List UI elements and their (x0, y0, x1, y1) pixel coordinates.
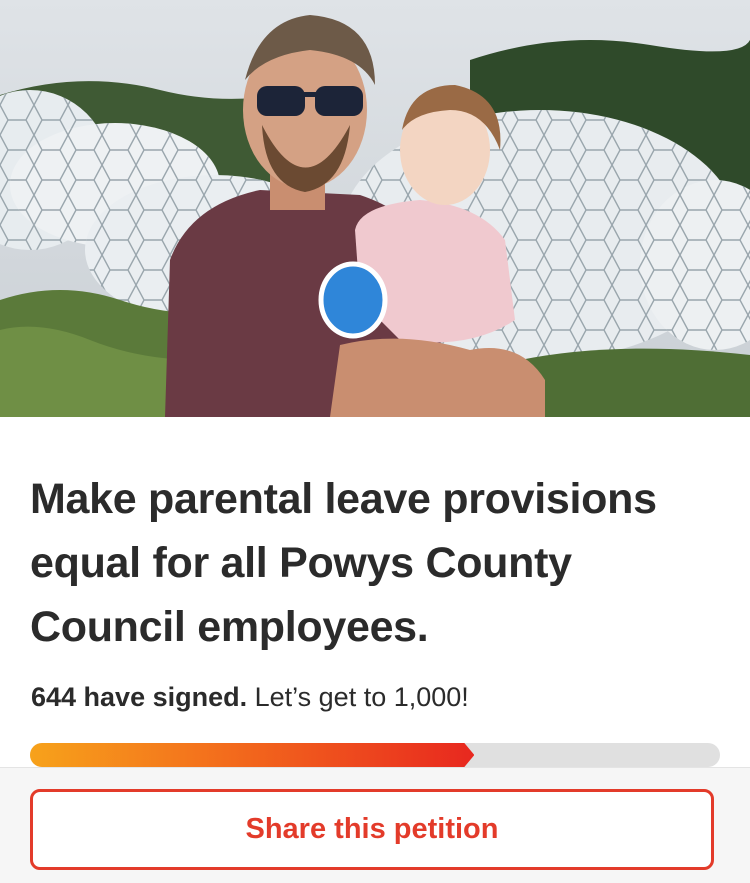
petition-summary: Make parental leave provisions equal for… (0, 417, 750, 767)
share-footer: Share this petition (0, 767, 750, 883)
petition-photo (0, 0, 750, 417)
share-petition-button[interactable]: Share this petition (30, 789, 714, 870)
signature-progress-fill (30, 743, 474, 767)
petition-title: Make parental leave provisions equal for… (30, 475, 657, 651)
signature-status: 644 have signed. Let’s get to 1,000! (31, 682, 469, 713)
signature-goal: Let’s get to 1,000! (247, 682, 469, 712)
signature-progress-bar (30, 743, 720, 767)
signed-count: 644 have signed. (31, 682, 248, 712)
